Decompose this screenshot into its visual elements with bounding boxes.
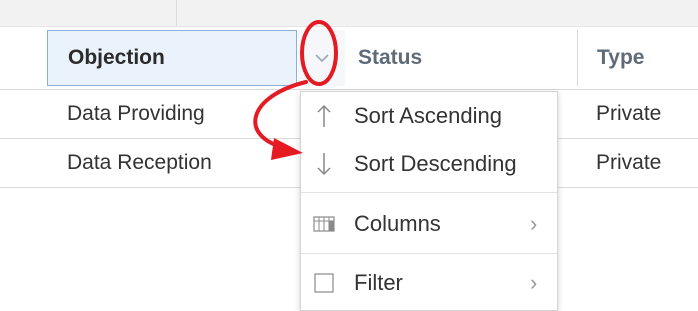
menu-divider	[301, 192, 557, 193]
menu-item-filter[interactable]: Filter ›	[301, 256, 557, 310]
column-header-status-label: Status	[358, 46, 423, 69]
cell-objection: Data Reception	[67, 151, 212, 174]
chevron-down-icon	[314, 54, 329, 63]
column-header-type-label: Type	[597, 46, 645, 69]
column-menu-button[interactable]	[298, 30, 345, 86]
toolbar-strip	[0, 0, 698, 27]
toolbar-separator	[176, 0, 177, 26]
arrow-down-icon	[313, 151, 335, 177]
menu-item-label: Filter	[354, 270, 403, 295]
chevron-right-icon: ›	[530, 211, 538, 236]
column-menu-popup: Sort Ascending Sort Descending Columns ›	[300, 91, 558, 311]
menu-item-label: Sort Ascending	[354, 103, 502, 128]
columns-icon	[313, 216, 335, 232]
cell-type: Private	[596, 102, 662, 125]
menu-item-sort-descending[interactable]: Sort Descending	[301, 140, 557, 188]
checkbox-icon	[313, 273, 335, 293]
column-header-type[interactable]: Type	[577, 30, 644, 86]
menu-item-label: Sort Descending	[354, 151, 517, 176]
column-header-objection-label: Objection	[68, 46, 165, 69]
cell-objection: Data Providing	[67, 102, 205, 125]
chevron-right-icon: ›	[530, 270, 538, 295]
menu-item-sort-ascending[interactable]: Sort Ascending	[301, 92, 557, 140]
menu-divider	[301, 253, 557, 254]
arrow-up-icon	[313, 103, 335, 129]
column-header-status[interactable]: Status	[345, 30, 422, 86]
cell-type: Private	[596, 151, 662, 174]
menu-item-columns[interactable]: Columns ›	[301, 196, 557, 252]
grid-header: Objection Status Type	[0, 27, 698, 90]
menu-item-label: Columns	[354, 211, 441, 236]
column-header-objection[interactable]: Objection	[47, 30, 297, 86]
